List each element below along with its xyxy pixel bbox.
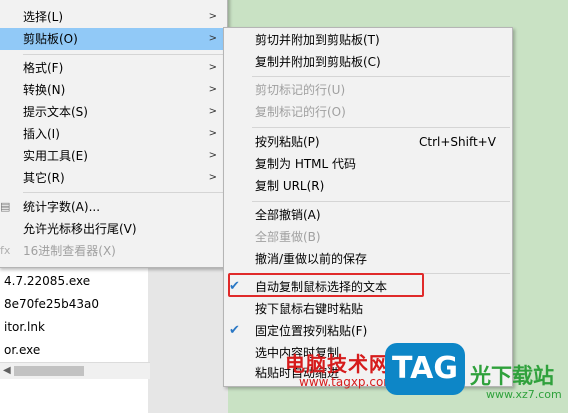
- clipboard-submenu: 剪切并附加到剪贴板(T) 复制并附加到剪贴板(C) 剪切标记的行(U) 复制标记…: [223, 27, 513, 387]
- chevron-right-icon: >: [208, 33, 217, 44]
- submenu-item-undo-redo-prev-save[interactable]: 撤消/重做以前的保存: [224, 248, 512, 270]
- chevron-right-icon: >: [208, 128, 217, 139]
- submenu-item-copy-url[interactable]: 复制 URL(R): [224, 175, 512, 197]
- menu-item-label: 转换(N): [23, 83, 66, 97]
- submenu-item-copy-marked[interactable]: 复制标记的行(O): [224, 101, 512, 123]
- scrollbar-thumb[interactable]: [14, 366, 84, 376]
- submenu-item-fixed-column-paste[interactable]: ✔ 固定位置按列粘贴(F): [224, 320, 512, 342]
- submenu-item-label: 撤消/重做以前的保存: [255, 252, 368, 266]
- file-item[interactable]: itor.lnk: [0, 316, 150, 339]
- menu-item-label: 允许光标移出行尾(V): [23, 222, 137, 236]
- submenu-item-label: 固定位置按列粘贴(F): [255, 324, 368, 338]
- watermark-brand: 光下载站: [470, 364, 554, 388]
- menu-item-format[interactable]: 格式(F) >: [0, 57, 227, 79]
- hex-icon: fx: [0, 244, 11, 257]
- watermark-site-url: www.tagxp.com: [299, 375, 395, 389]
- file-item[interactable]: 4.7.22085.exe: [0, 270, 150, 293]
- menu-item-label: 16进制查看器(X): [23, 244, 116, 258]
- menu-item-convert[interactable]: 转换(N) >: [0, 79, 227, 101]
- submenu-item-label: 剪切标记的行(U): [255, 83, 346, 97]
- submenu-item-copy-html[interactable]: 复制为 HTML 代码: [224, 153, 512, 175]
- menu-separator: [252, 201, 510, 202]
- menu-item-select[interactable]: 选择(L) >: [0, 6, 227, 28]
- checkmark-icon: ✔: [229, 323, 240, 338]
- menu-separator: [23, 192, 225, 193]
- menu-item-insert[interactable]: 插入(I) >: [0, 123, 227, 145]
- menu-item-other[interactable]: 其它(R) >: [0, 167, 227, 189]
- menu-item-hex-viewer[interactable]: fx 16进制查看器(X): [0, 240, 227, 262]
- menu-separator: [252, 76, 510, 77]
- menu-item-label: 实用工具(E): [23, 149, 88, 163]
- menu-item-hint-text[interactable]: 提示文本(S) >: [0, 101, 227, 123]
- submenu-item-label: 全部重做(B): [255, 230, 321, 244]
- watermark-brand-url: www.xz7.com: [486, 388, 562, 401]
- submenu-item-label: 复制并附加到剪贴板(C): [255, 55, 381, 69]
- menu-item-label: 提示文本(S): [23, 105, 88, 119]
- menu-item-cursor-beyond-eol[interactable]: 允许光标移出行尾(V): [0, 218, 227, 240]
- submenu-item-label: 复制为 HTML 代码: [255, 157, 357, 171]
- menu-separator: [252, 127, 510, 128]
- menu-separator: [23, 54, 225, 55]
- file-item[interactable]: or.exe: [0, 339, 150, 362]
- file-list: 4.7.22085.exe 8e70fe25b43a0 itor.lnk or.…: [0, 270, 150, 362]
- menu-item-label: 格式(F): [23, 61, 64, 75]
- submenu-item-paste-on-right-click[interactable]: 按下鼠标右键时粘贴: [224, 298, 512, 320]
- shortcut-label: Ctrl+Shift+V: [419, 135, 496, 149]
- main-context-menu: 选择(L) > 剪贴板(O) > 格式(F) > 转换(N) > 提示文本(S)…: [0, 0, 228, 268]
- submenu-item-cut-marked[interactable]: 剪切标记的行(U): [224, 79, 512, 101]
- submenu-item-label: 复制 URL(R): [255, 179, 325, 193]
- submenu-item-label: 按列粘贴(P): [255, 135, 320, 149]
- chevron-right-icon: >: [208, 172, 217, 183]
- menu-item-label: 剪贴板(O): [23, 32, 78, 46]
- menu-item-utilities[interactable]: 实用工具(E) >: [0, 145, 227, 167]
- submenu-item-undo-all[interactable]: 全部撤销(A): [224, 204, 512, 226]
- submenu-item-label: 全部撤销(A): [255, 208, 321, 222]
- chevron-right-icon: >: [208, 11, 217, 22]
- document-icon: ▤: [0, 200, 11, 213]
- submenu-item-label: 复制标记的行(O): [255, 105, 346, 119]
- menu-item-word-count[interactable]: ▤ 统计字数(A)...: [0, 196, 227, 218]
- menu-item-label: 选择(L): [23, 10, 64, 24]
- menu-item-label: 统计字数(A)...: [23, 200, 101, 214]
- menu-item-label: 插入(I): [23, 127, 60, 141]
- scroll-left-icon[interactable]: ◀: [3, 365, 11, 376]
- menu-item-label: 其它(R): [23, 171, 65, 185]
- tag-logo: TAG: [385, 343, 465, 395]
- submenu-item-redo-all[interactable]: 全部重做(B): [224, 226, 512, 248]
- submenu-item-label: 按下鼠标右键时粘贴: [255, 302, 364, 316]
- annotation-highlight-box: [228, 273, 424, 297]
- chevron-right-icon: >: [208, 106, 217, 117]
- submenu-item-copy-append[interactable]: 复制并附加到剪贴板(C): [224, 51, 512, 73]
- chevron-right-icon: >: [208, 62, 217, 73]
- chevron-right-icon: >: [208, 150, 217, 161]
- submenu-item-column-paste[interactable]: 按列粘贴(P) Ctrl+Shift+V: [224, 131, 512, 153]
- horizontal-scrollbar[interactable]: ◀: [0, 362, 150, 379]
- submenu-item-label: 剪切并附加到剪贴板(T): [255, 33, 380, 47]
- chevron-right-icon: >: [208, 84, 217, 95]
- submenu-item-cut-append[interactable]: 剪切并附加到剪贴板(T): [224, 29, 512, 51]
- menu-item-clipboard[interactable]: 剪贴板(O) >: [0, 28, 227, 50]
- file-item[interactable]: 8e70fe25b43a0: [0, 293, 150, 316]
- watermark-site-name: 电脑技术网: [285, 352, 390, 376]
